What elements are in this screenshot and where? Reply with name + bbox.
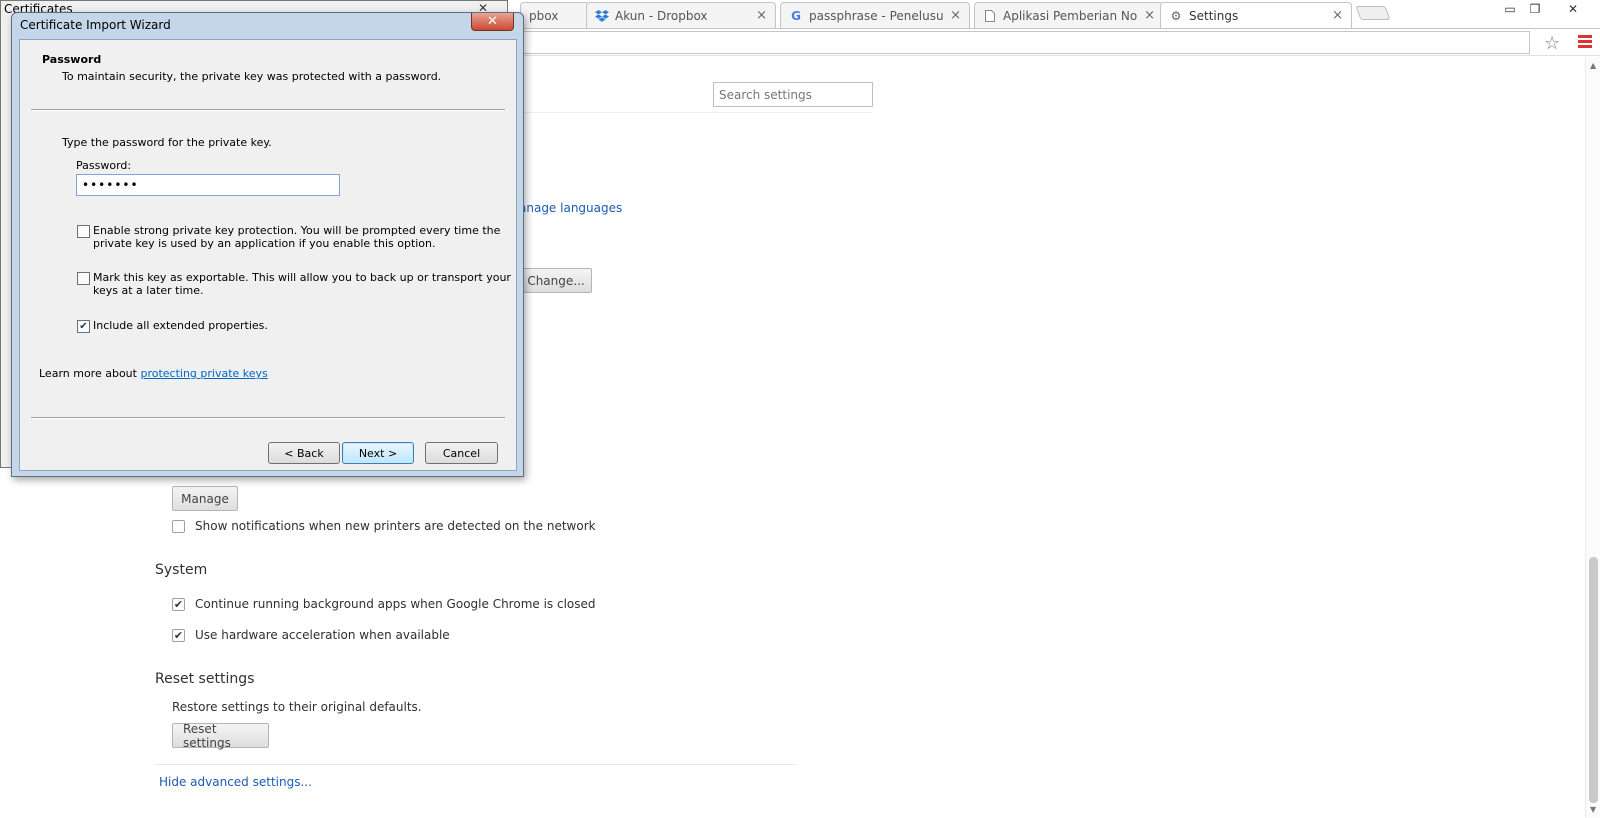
system-section-title: System — [155, 562, 208, 578]
learn-more-text: Learn more about protecting private keys — [39, 367, 268, 380]
password-field[interactable] — [76, 174, 340, 196]
background-apps-checkbox[interactable]: ✔ — [172, 597, 185, 611]
wizard-heading: Password — [42, 53, 102, 66]
wizard-subheading: To maintain security, the private key wa… — [62, 70, 442, 83]
strong-protection-checkbox[interactable] — [77, 225, 90, 238]
manage-languages-link[interactable]: anage languages — [519, 201, 622, 215]
tab-aplikasi[interactable]: Aplikasi Pemberian Nomo × — [974, 2, 1164, 28]
tab-google-search[interactable]: G passphrase - Penelusuran × — [780, 2, 970, 28]
tab-dropbox-partial[interactable]: pbox — [520, 2, 590, 28]
certificate-import-wizard: Certificate Import Wizard ✕ Password To … — [11, 12, 524, 477]
change-button[interactable]: Change... — [520, 268, 592, 293]
tab-settings[interactable]: ⚙ Settings × — [1160, 2, 1352, 28]
gear-icon: ⚙ — [1170, 8, 1182, 23]
cancel-button[interactable]: Cancel — [425, 442, 498, 464]
tab-title: Akun - Dropbox — [615, 8, 708, 23]
exportable-option[interactable]: Mark this key as exportable. This will a… — [77, 271, 511, 297]
exportable-label: Mark this key as exportable. This will a… — [93, 271, 511, 297]
scroll-down-icon[interactable]: ▼ — [1590, 805, 1596, 814]
strong-protection-label: Enable strong private key protection. Yo… — [93, 224, 501, 250]
page-scrollbar[interactable]: ▲ ▼ — [1585, 57, 1600, 818]
window-close-icon[interactable]: ✕ — [1560, 0, 1586, 18]
protecting-private-keys-link[interactable]: protecting private keys — [140, 367, 267, 380]
reset-settings-button[interactable]: Reset settings — [172, 722, 269, 750]
extended-properties-option[interactable]: ✔ Include all extended properties. — [77, 319, 268, 333]
dropbox-icon — [595, 9, 609, 23]
hide-advanced-settings-link[interactable]: Hide advanced settings... — [159, 775, 312, 789]
search-settings-input[interactable] — [713, 82, 873, 107]
tab-title: Settings — [1189, 8, 1239, 23]
back-button[interactable]: < Back — [268, 442, 340, 464]
scroll-up-icon[interactable]: ▲ — [1590, 61, 1596, 70]
chrome-menu-icon[interactable] — [1578, 35, 1592, 49]
divider — [31, 417, 505, 419]
strong-protection-option[interactable]: Enable strong private key protection. Yo… — [77, 224, 500, 250]
password-instruction: Type the password for the private key. — [62, 136, 272, 149]
address-bar[interactable] — [500, 31, 1530, 54]
bookmark-star-icon[interactable]: ☆ — [1544, 33, 1560, 54]
tab-dropbox[interactable]: Akun - Dropbox × — [586, 2, 776, 28]
close-icon[interactable]: × — [950, 8, 961, 23]
wizard-header: Password To maintain security, the priva… — [20, 40, 516, 110]
minimize-icon[interactable]: ▭ — [1497, 0, 1523, 18]
printer-notify-checkbox[interactable] — [172, 519, 185, 533]
exportable-checkbox[interactable] — [77, 272, 90, 285]
reset-description: Restore settings to their original defau… — [172, 700, 422, 714]
new-tab-button[interactable] — [1355, 6, 1391, 20]
extended-properties-checkbox[interactable]: ✔ — [77, 320, 90, 333]
hardware-accel-checkbox[interactable]: ✔ — [172, 628, 185, 642]
reset-section-title: Reset settings — [155, 671, 255, 687]
hardware-accel-label: Use hardware acceleration when available — [195, 628, 450, 642]
divider — [31, 109, 505, 111]
close-button[interactable]: ✕ — [471, 13, 514, 31]
tab-title: pbox — [529, 8, 559, 23]
printer-notify-row[interactable]: Show notifications when new printers are… — [172, 519, 596, 533]
manage-printers-button[interactable]: Manage — [172, 486, 238, 511]
background-apps-label: Continue running background apps when Go… — [195, 597, 596, 611]
close-icon[interactable]: × — [756, 8, 767, 23]
close-icon[interactable]: × — [1332, 8, 1343, 23]
divider — [155, 764, 795, 765]
google-icon: G — [791, 8, 801, 23]
wizard-body: Password To maintain security, the priva… — [19, 39, 517, 471]
next-button[interactable]: Next > — [342, 442, 414, 464]
scrollbar-thumb[interactable] — [1589, 557, 1598, 803]
page-icon — [983, 9, 997, 23]
printer-notify-label: Show notifications when new printers are… — [195, 519, 596, 533]
password-label: Password: — [76, 159, 132, 172]
restore-icon[interactable]: ❐ — [1522, 0, 1548, 18]
hardware-accel-row[interactable]: ✔ Use hardware acceleration when availab… — [172, 628, 450, 642]
tab-title: passphrase - Penelusuran — [809, 8, 944, 23]
wizard-title: Certificate Import Wizard — [20, 18, 171, 32]
background-apps-row[interactable]: ✔ Continue running background apps when … — [172, 597, 596, 611]
close-icon[interactable]: × — [1144, 8, 1155, 23]
tab-title: Aplikasi Pemberian Nomo — [1003, 8, 1138, 23]
extended-properties-label: Include all extended properties. — [93, 319, 268, 332]
